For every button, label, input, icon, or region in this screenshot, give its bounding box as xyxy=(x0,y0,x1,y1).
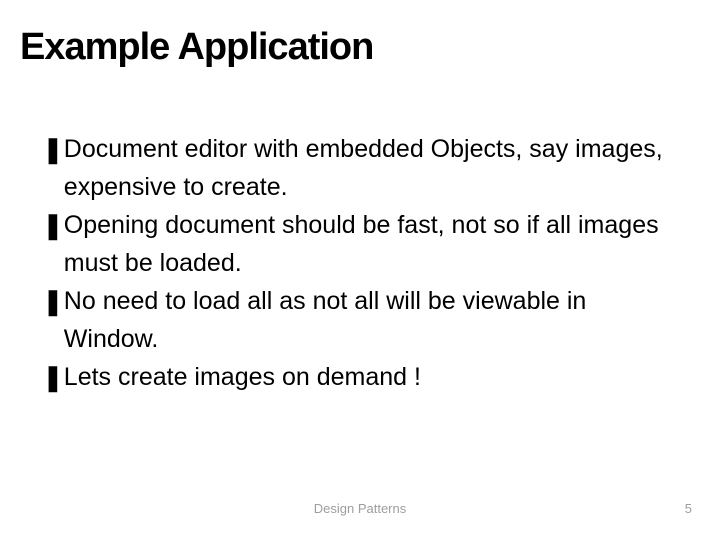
list-item: ❚ Opening document should be fast, not s… xyxy=(42,206,680,282)
list-item: ❚ Document editor with embedded Objects,… xyxy=(42,130,680,206)
footer-text: Design Patterns xyxy=(0,501,720,516)
page-number: 5 xyxy=(685,501,692,516)
title-block: Example Application xyxy=(20,28,700,68)
bullet-icon: ❚ xyxy=(42,130,64,168)
list-item: ❚ No need to load all as not all will be… xyxy=(42,282,680,358)
bullet-list: ❚ Document editor with embedded Objects,… xyxy=(42,130,680,396)
list-item: ❚ Lets create images on demand ! xyxy=(42,358,680,396)
bullet-icon: ❚ xyxy=(42,206,64,244)
bullet-icon: ❚ xyxy=(42,358,64,396)
slide-title: Example Application xyxy=(20,28,700,68)
bullet-text: No need to load all as not all will be v… xyxy=(64,282,680,358)
bullet-text: Lets create images on demand ! xyxy=(64,358,680,396)
bullet-text: Document editor with embedded Objects, s… xyxy=(64,130,680,206)
bullet-icon: ❚ xyxy=(42,282,64,320)
bullet-text: Opening document should be fast, not so … xyxy=(64,206,680,282)
